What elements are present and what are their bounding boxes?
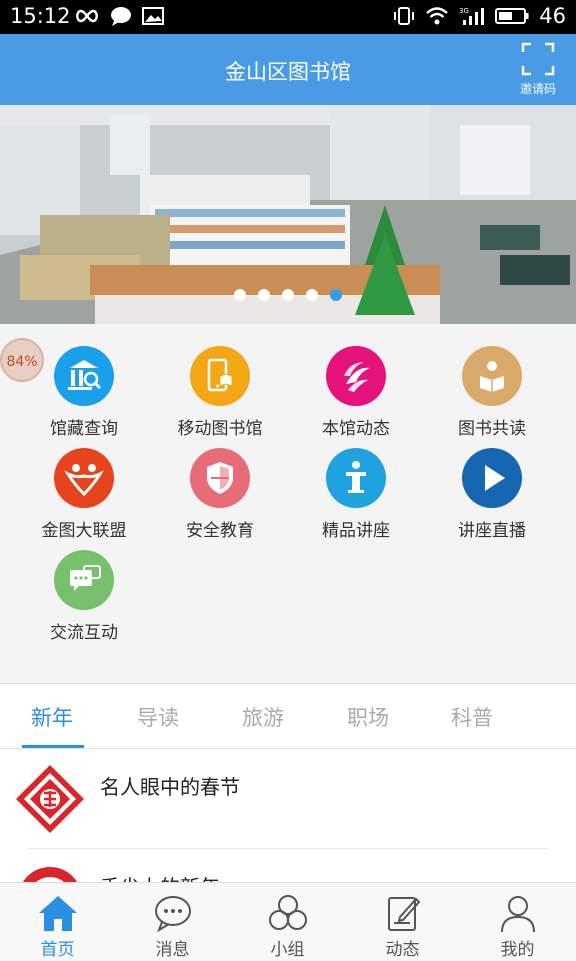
feature-label: 本馆动态	[322, 419, 390, 439]
feature-shared-reading[interactable]: 图书共读	[424, 346, 560, 446]
feature-label: 讲座直播	[458, 521, 526, 541]
signal-icon: 3G	[459, 7, 485, 25]
floating-memory-badge[interactable]: 84%	[0, 338, 44, 382]
list-item[interactable]: 名人眼中的春节	[14, 749, 562, 849]
feature-label: 图书共读	[458, 419, 526, 439]
chat-bubbles-icon	[70, 565, 101, 591]
carousel-dot-active[interactable]	[330, 289, 342, 301]
list-item[interactable]: 舌尖上的新年	[14, 849, 562, 883]
red-papercut-thumbnail	[22, 867, 78, 883]
battery-icon	[495, 8, 529, 24]
tab-travel[interactable]: 旅游	[211, 702, 315, 732]
carousel-dot[interactable]	[306, 289, 318, 301]
group-icon	[269, 895, 307, 930]
edit-note-icon	[388, 897, 421, 931]
bottom-nav: 首页 消息 小组 动态 我的	[0, 882, 576, 960]
feature-label: 精品讲座	[322, 521, 390, 541]
library-building-icon	[68, 360, 102, 390]
carousel-dot[interactable]	[282, 289, 294, 301]
tab-new-year[interactable]: 新年	[0, 702, 104, 732]
feature-safety-education[interactable]: 安全教育	[152, 448, 288, 548]
feature-label: 移动图书馆	[177, 419, 263, 439]
nav-profile[interactable]: 我的	[460, 883, 575, 961]
feature-live-lectures[interactable]: 讲座直播	[424, 448, 560, 548]
app-bar: 金山区图书馆 邀请码	[0, 34, 576, 105]
active-tab-indicator	[22, 745, 84, 748]
feature-alliance[interactable]: 金图大联盟	[16, 448, 152, 548]
scan-icon	[521, 42, 555, 76]
feature-library-news[interactable]: 本馆动态	[288, 346, 424, 446]
news-swirl-icon	[344, 362, 370, 392]
feature-premium-lectures[interactable]: 精品讲座	[288, 448, 424, 548]
message-icon	[155, 896, 191, 933]
image-notification-icon	[142, 7, 164, 25]
shield-icon	[207, 462, 233, 494]
carousel-dot[interactable]	[234, 289, 246, 301]
feature-label: 馆藏查询	[50, 419, 118, 439]
category-tabs: 新年 导读 旅游 职场 科普	[0, 683, 576, 749]
nav-home[interactable]: 首页	[0, 883, 115, 961]
nav-label: 消息	[155, 940, 190, 960]
tab-workplace[interactable]: 职场	[316, 702, 420, 732]
nav-groups[interactable]: 小组	[230, 883, 345, 961]
alliance-people-icon	[64, 464, 104, 497]
feature-label: 金图大联盟	[41, 521, 127, 541]
page-title: 金山区图书馆	[225, 60, 351, 84]
status-bar: 15:12 3G 46	[0, 0, 576, 34]
fu-papercut-thumbnail	[16, 765, 84, 833]
nav-label: 首页	[40, 940, 75, 960]
shared-reading-icon	[480, 361, 504, 392]
status-time: 15:12	[10, 4, 71, 28]
mobile-library-icon	[207, 358, 233, 392]
lecture-podium-icon	[346, 461, 366, 493]
nav-label: 我的	[500, 940, 535, 960]
article-title: 名人眼中的春节	[100, 775, 240, 799]
wifi-icon	[426, 7, 449, 25]
vibrate-icon	[394, 7, 415, 25]
feature-mobile-library[interactable]: 移动图书馆	[152, 346, 288, 446]
tab-popular-science[interactable]: 科普	[420, 702, 524, 732]
nav-label: 动态	[385, 940, 420, 960]
nav-messages[interactable]: 消息	[115, 883, 230, 961]
battery-level: 46	[539, 4, 566, 28]
infinity-icon	[76, 9, 98, 23]
article-list: 名人眼中的春节 舌尖上的新年	[0, 749, 576, 883]
feature-label: 安全教育	[186, 521, 254, 541]
chat-notification-icon	[111, 7, 131, 26]
tab-reading-guide[interactable]: 导读	[106, 702, 210, 732]
nav-label: 小组	[270, 940, 305, 960]
home-icon	[39, 896, 77, 931]
feature-interaction[interactable]: 交流互动	[16, 550, 152, 650]
feature-grid: 馆藏查询 移动图书馆 本馆动态 图书共读 金图大联盟 安全教育 精品讲座 讲座直…	[0, 324, 576, 682]
carousel-indicator	[0, 289, 576, 301]
play-icon	[485, 465, 505, 491]
svg-text:3G: 3G	[459, 7, 469, 15]
invite-code-button[interactable]: 邀请码	[514, 42, 562, 98]
invite-code-label: 邀请码	[519, 82, 556, 96]
carousel-dot[interactable]	[258, 289, 270, 301]
feature-label: 交流互动	[50, 623, 118, 643]
profile-icon	[501, 896, 535, 933]
nav-updates[interactable]: 动态	[345, 883, 460, 961]
